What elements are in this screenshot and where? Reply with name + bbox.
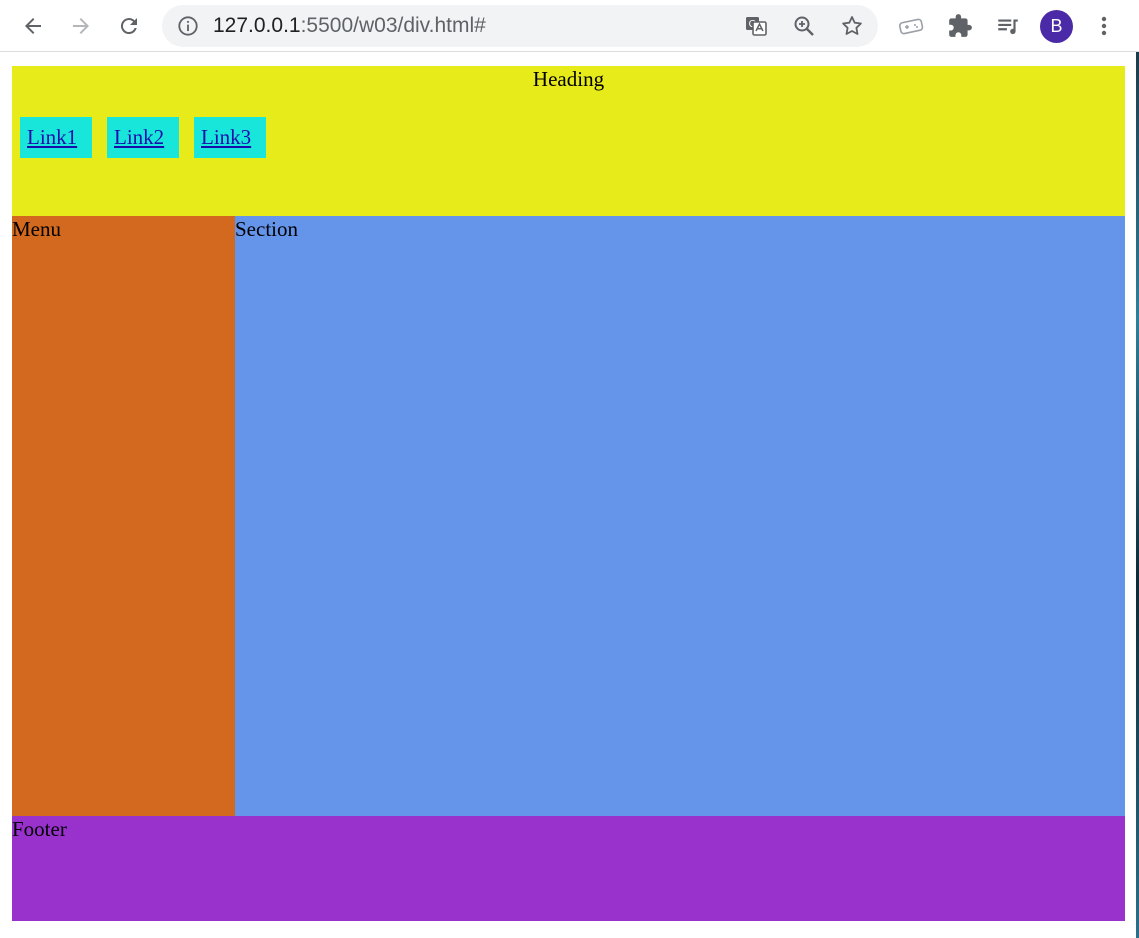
back-arrow-icon xyxy=(25,18,41,34)
link-3[interactable]: Link3 xyxy=(194,117,266,158)
media-queue-icon[interactable] xyxy=(995,13,1021,39)
reload-icon xyxy=(120,18,137,35)
forward-button[interactable] xyxy=(64,9,98,43)
profile-avatar[interactable]: B xyxy=(1040,10,1073,43)
link-2[interactable]: Link2 xyxy=(107,117,179,158)
url-text[interactable]: 127.0.0.1:5500/w03/div.html# xyxy=(213,5,486,47)
section-box: Section xyxy=(235,216,1125,816)
puzzle-icon[interactable] xyxy=(947,13,973,39)
section-label: Section xyxy=(235,217,298,241)
footer-box: Footer xyxy=(12,816,1125,921)
info-icon[interactable] xyxy=(177,15,199,37)
footer-label: Footer xyxy=(12,817,67,841)
reload-button[interactable] xyxy=(112,9,146,43)
url-host: 127.0.0.1 xyxy=(213,14,301,37)
menu-box: Menu xyxy=(12,216,235,816)
page-heading: Heading xyxy=(532,67,605,91)
address-bar[interactable]: 127.0.0.1:5500/w03/div.html# G xyxy=(162,5,878,47)
menu-label: Menu xyxy=(12,217,61,241)
translate-icon[interactable]: G xyxy=(744,14,768,38)
game-controller-icon[interactable] xyxy=(898,13,924,39)
header-box: Heading Link1 Link2 Link3 xyxy=(12,66,1125,216)
forward-arrow-icon xyxy=(73,18,89,34)
zoom-icon[interactable] xyxy=(792,14,816,38)
link-1[interactable]: Link1 xyxy=(20,117,92,158)
star-icon[interactable] xyxy=(840,14,864,38)
more-vert-icon[interactable] xyxy=(1091,13,1117,39)
browser-toolbar: 127.0.0.1:5500/w03/div.html# G B xyxy=(0,0,1139,52)
back-button[interactable] xyxy=(16,9,50,43)
url-path: :5500/w03/div.html# xyxy=(300,14,486,37)
